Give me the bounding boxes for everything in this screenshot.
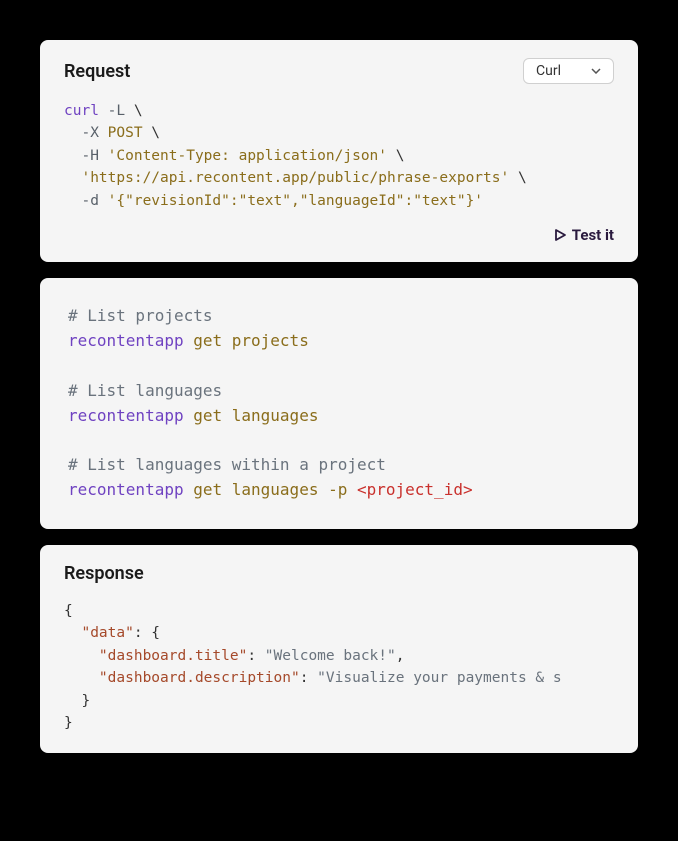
dropdown-selected: Curl bbox=[536, 63, 561, 79]
test-it-button[interactable]: Test it bbox=[555, 226, 614, 244]
cli-code: # List projects recontentapp get project… bbox=[68, 304, 610, 502]
request-panel: Request Curl curl -L \ -X POST \ -H 'Con… bbox=[40, 40, 638, 262]
play-icon bbox=[555, 229, 566, 241]
request-title: Request bbox=[64, 61, 130, 82]
test-it-label: Test it bbox=[572, 226, 614, 244]
language-dropdown[interactable]: Curl bbox=[523, 58, 614, 84]
request-code: curl -L \ -X POST \ -H 'Content-Type: ap… bbox=[64, 100, 614, 212]
response-code: { "data": { "dashboard.title": "Welcome … bbox=[64, 600, 614, 735]
response-title: Response bbox=[64, 563, 614, 584]
request-header: Request Curl bbox=[64, 58, 614, 84]
cli-panel: # List projects recontentapp get project… bbox=[40, 278, 638, 528]
chevron-down-icon bbox=[591, 68, 601, 74]
response-panel: Response { "data": { "dashboard.title": … bbox=[40, 545, 638, 753]
test-row: Test it bbox=[64, 226, 614, 244]
